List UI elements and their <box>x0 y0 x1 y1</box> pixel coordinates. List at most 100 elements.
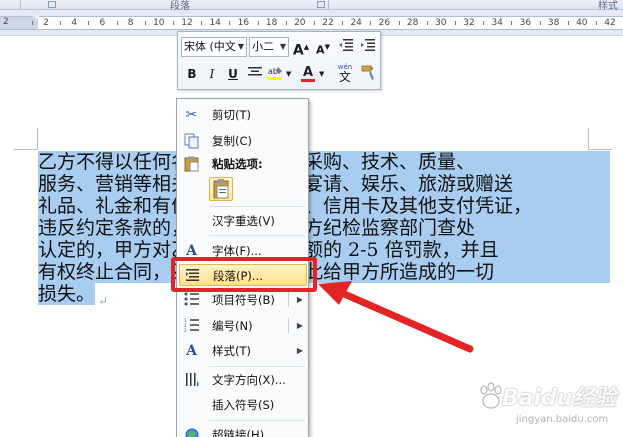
menu-item-label: 粘贴选项: <box>212 157 263 171</box>
text-line: 服务、营销等相关人员行贿赂、宴请、娱乐、旅游或赠送 <box>38 173 610 195</box>
menu-item-text-direction[interactable]: 文字方向(X)... <box>179 369 307 391</box>
ruler-tick <box>116 21 118 25</box>
menu-item-label: 汉字重选(V) <box>212 214 275 228</box>
menu-item-label: 插入符号(S) <box>212 398 275 412</box>
bold-button[interactable]: B <box>183 65 201 83</box>
menu-item-hyperlink[interactable]: 超链接(H)... <box>179 424 307 437</box>
ruler-tick <box>60 21 62 25</box>
menu-separator <box>209 366 305 367</box>
ruler-number: 16 <box>237 18 250 28</box>
ruler-number: 8 <box>127 18 134 28</box>
paste-keep-text-only-button[interactable] <box>209 177 233 201</box>
text-line: 违反约定条款的，一经查实或甲方纪检监察部门查处 <box>38 217 610 239</box>
decrease-indent-button[interactable] <box>337 38 355 56</box>
chevron-down-icon[interactable]: ▼ <box>286 70 291 78</box>
ruler-number: 2 <box>3 17 9 27</box>
ruler-tick <box>201 21 203 25</box>
ruler-number: 20 <box>294 18 306 28</box>
menu-separator <box>209 420 305 421</box>
bullet-list-icon <box>183 292 200 308</box>
ruler-number: 2 <box>43 18 49 28</box>
menu-split-divider <box>288 318 289 333</box>
menu-item-styles[interactable]: A 样式(T) ▶ <box>179 340 307 362</box>
center-align-icon <box>248 67 262 76</box>
ruler-number: 26 <box>378 18 391 28</box>
font-color-button[interactable]: A <box>299 63 317 82</box>
ruler-tick <box>31 21 33 25</box>
ruler-number: 10 <box>153 18 165 28</box>
menu-item-copy[interactable]: 复制(C) <box>179 130 307 152</box>
ruler-tick <box>172 21 174 25</box>
phonetic-char: 文 <box>338 70 351 84</box>
chevron-right-icon: ▶ <box>296 321 303 330</box>
horizontal-ruler[interactable]: 2 4 6 8 10 12 14 16 18 20 22 24 26 28 30 32 34 36 38 40 42 <box>31 16 623 30</box>
ruler-number: 6 <box>99 18 106 28</box>
text-line: 乙方不得以任何名义向甲方所属采购、技术、质量、 <box>38 151 610 173</box>
chevron-right-icon: ▶ <box>296 295 303 304</box>
menu-item-insert-symbol[interactable]: 插入符号(S) <box>179 394 307 416</box>
shrink-font-button[interactable]: A▼ <box>314 38 332 57</box>
menu-separator <box>209 206 305 207</box>
format-painter-icon <box>361 65 374 80</box>
ruler-number: 14 <box>209 18 221 28</box>
grow-font-button[interactable]: A▲ <box>292 38 310 59</box>
dialog-launcher-icon[interactable] <box>48 1 56 8</box>
ruler-number: 30 <box>435 18 447 28</box>
text-direction-icon <box>183 372 200 388</box>
menu-split-divider <box>288 292 289 307</box>
document-body[interactable]: 乙方不得以任何名义向甲方所属采购、技术、质量、 服务、营销等相关人员行贿赂、宴请… <box>38 151 610 312</box>
ruler-tick <box>426 21 428 25</box>
ruler-tick <box>454 21 456 25</box>
ruler-tick <box>88 21 90 25</box>
menu-item-label: 超链接(H)... <box>212 428 276 437</box>
menu-header-paste-options: 粘贴选项: <box>179 153 307 175</box>
menu-item-bullets[interactable]: 项目符号(B) ▶ <box>179 289 307 311</box>
ruler-tick <box>229 21 231 25</box>
ruler-number: 24 <box>350 18 362 28</box>
paragraph-launcher-icon[interactable] <box>317 1 325 8</box>
format-painter-button[interactable] <box>359 65 377 83</box>
paw-logo-icon <box>480 382 502 409</box>
increase-indent-button[interactable] <box>359 38 377 56</box>
ribbon-bottom-strip: 段落 样式 <box>0 0 623 12</box>
font-name-select[interactable]: 宋体 (中文 ▼ <box>181 37 247 57</box>
paste-option-icon <box>213 179 229 199</box>
ruler-tick <box>567 21 569 25</box>
globe-icon <box>183 427 200 437</box>
ruler-number: 42 <box>604 18 616 28</box>
ruler-tick <box>313 21 315 25</box>
first-line-indent-marker[interactable] <box>31 14 41 20</box>
ruler-number: 40 <box>576 18 588 28</box>
ruler-number: 28 <box>406 18 419 28</box>
ruler-number: 4 <box>71 18 78 28</box>
menu-item-reconvert[interactable]: 汉字重选(V) <box>179 210 307 232</box>
menu-separator <box>209 235 305 236</box>
chevron-down-icon[interactable]: ▼ <box>319 70 324 78</box>
center-align-button[interactable] <box>246 65 264 83</box>
annotation-highlight-box <box>171 257 317 292</box>
ruler-number: 32 <box>463 18 475 28</box>
highlight-button[interactable]: ab <box>267 65 285 83</box>
scissors-icon: ✂ <box>185 107 198 123</box>
font-color-swatch <box>301 79 315 82</box>
ruler-tick <box>342 21 344 25</box>
menu-item-label: 复制(C) <box>212 134 253 148</box>
ruler-number: 18 <box>265 18 278 28</box>
font-name-value: 宋体 (中文 <box>184 40 236 53</box>
ruler-number: 12 <box>181 18 193 28</box>
text-line: 礼品、礼金和有价证券、购物卡、信用卡及其他支付凭证， <box>38 195 610 217</box>
font-color-icon: A <box>302 65 314 80</box>
page-corner-mark <box>14 128 38 150</box>
menu-item-numbering[interactable]: 123 编号(N) ▶ <box>179 315 307 337</box>
menu-item-label: 项目符号(B) <box>212 293 275 307</box>
italic-button[interactable]: I <box>203 65 221 83</box>
svg-text:ab: ab <box>268 67 278 76</box>
underline-button[interactable]: U <box>224 65 242 83</box>
menu-item-cut[interactable]: ✂ 剪切(T) <box>179 104 307 126</box>
ruler-number: 38 <box>547 18 560 28</box>
chevron-down-icon: ▼ <box>237 42 244 51</box>
ruler-tick <box>398 21 400 25</box>
phonetic-guide-button[interactable]: wén 文 <box>334 62 356 84</box>
font-size-select[interactable]: 小二 ▼ <box>249 37 289 57</box>
ruler-number: 34 <box>491 18 503 28</box>
